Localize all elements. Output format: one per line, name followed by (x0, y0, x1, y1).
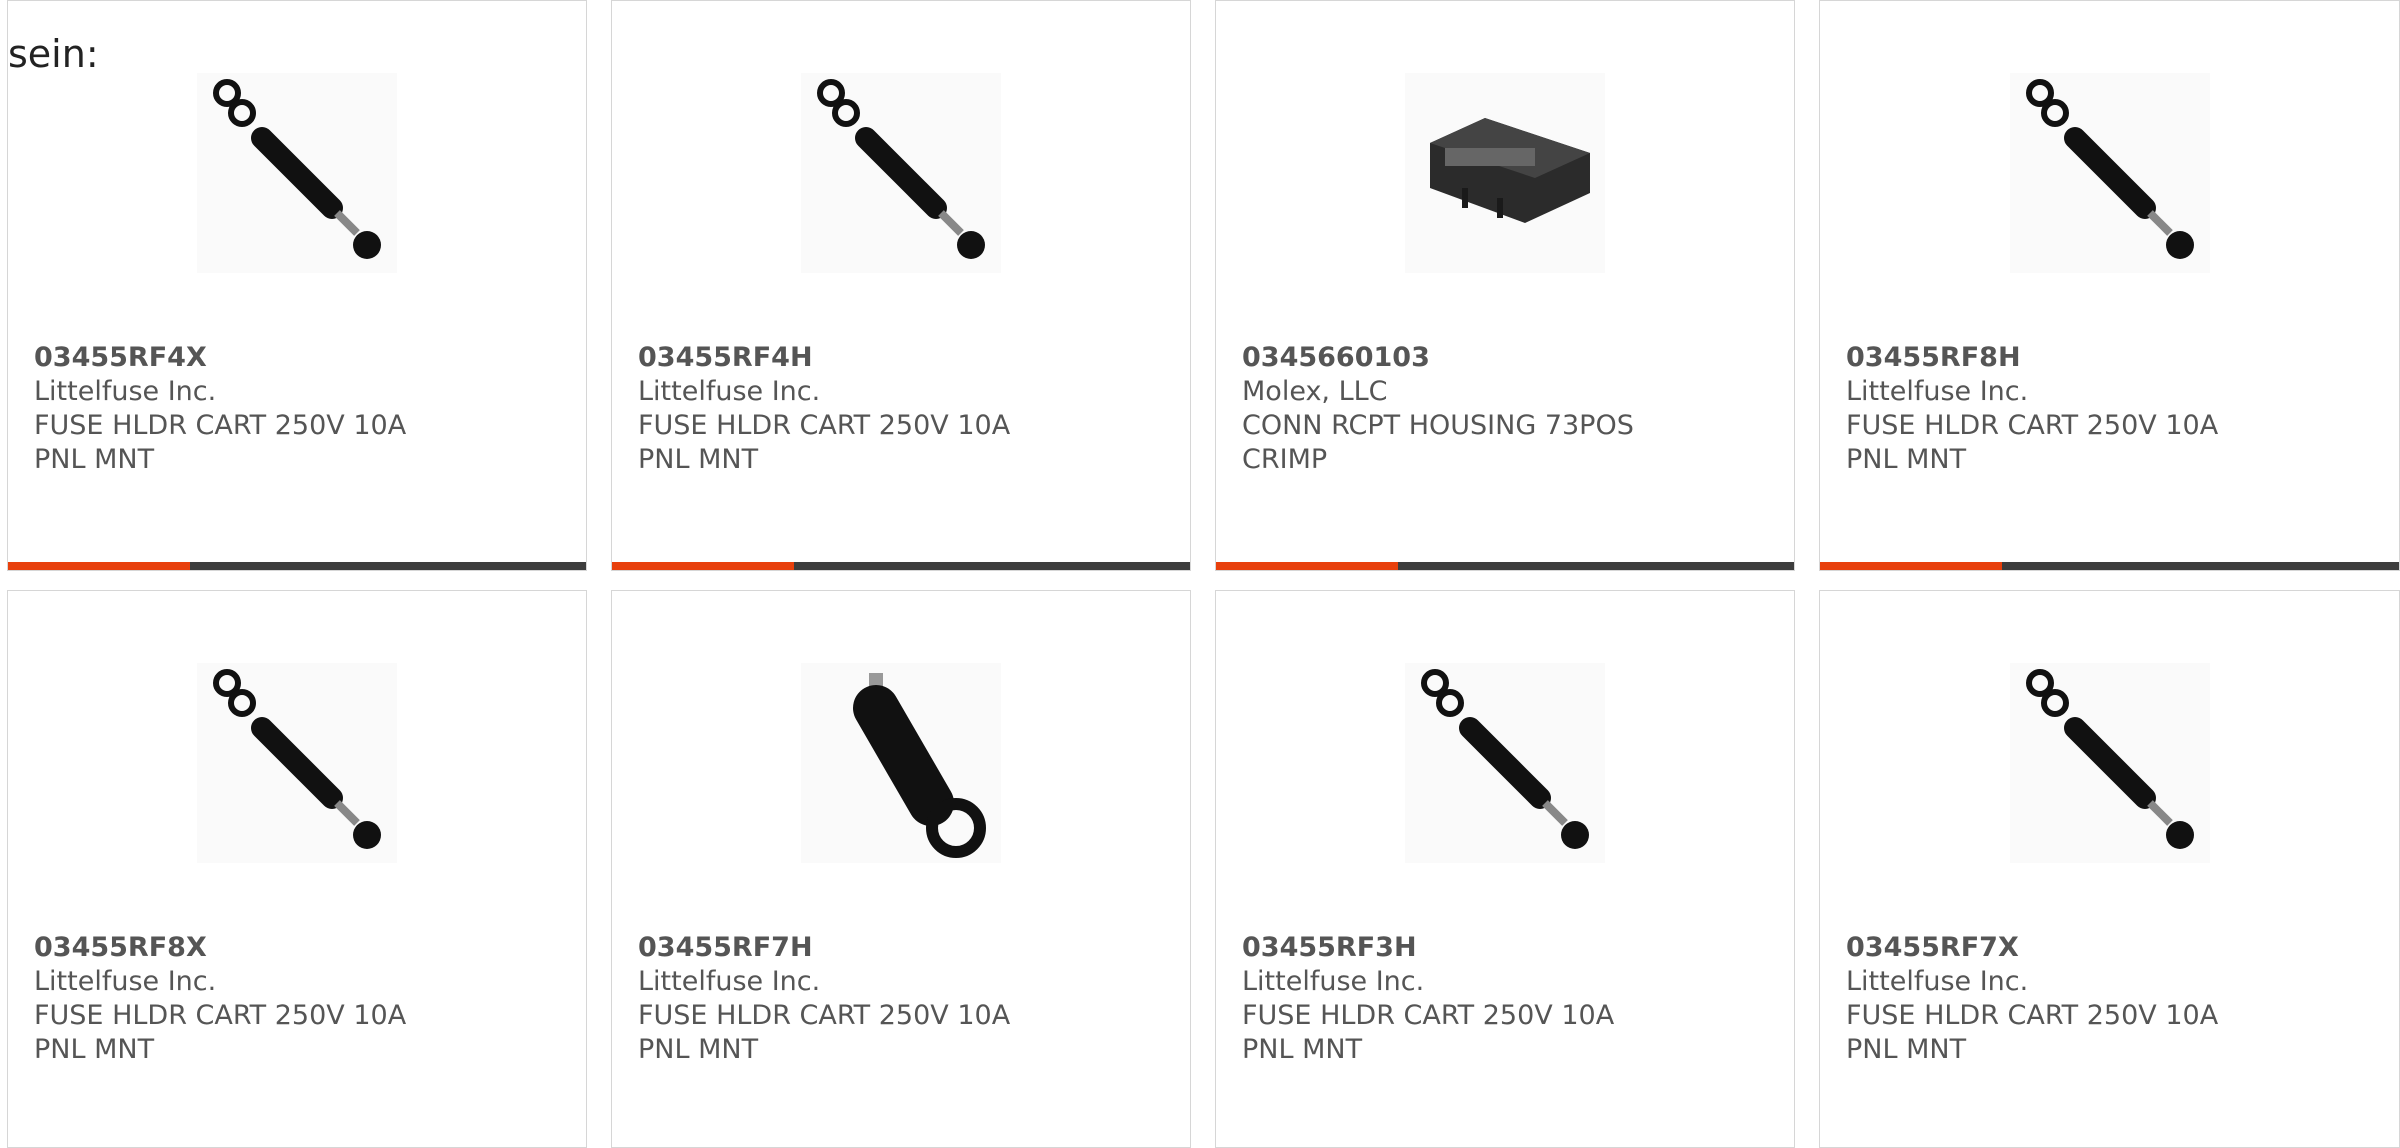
description: FUSE HLDR CART 250V 10A PNL MNT (34, 410, 407, 475)
card-bar-accent (612, 562, 794, 570)
card-bar (1820, 562, 2399, 570)
product-image-fuse-holder[interactable] (1405, 663, 1605, 863)
product-image-fuse-holder[interactable] (197, 663, 397, 863)
fuse-holder-icon (817, 79, 985, 259)
fuse-holder-icon (1421, 669, 1589, 849)
product-grid-page: sein: 03455RF4X Littelfuse Inc. FUSE HLD… (0, 0, 2400, 1148)
part-number[interactable]: 03455RF7X (1846, 931, 2373, 965)
manufacturer: Littelfuse Inc. (638, 376, 821, 407)
product-image-fuse-holder[interactable] (801, 73, 1001, 273)
part-number[interactable]: 03455RF3H (1242, 931, 1768, 965)
manufacturer: Littelfuse Inc. (34, 376, 217, 407)
card-bar-accent (1216, 562, 1398, 570)
fuse-holder-icon (2025, 669, 2194, 849)
product-image-connector-housing[interactable] (1405, 73, 1605, 273)
part-number[interactable]: 0345660103 (1242, 341, 1768, 375)
description: CONN RCPT HOUSING 73POS CRIMP (1242, 410, 1634, 475)
product-image-fuse-holder[interactable] (2009, 73, 2210, 273)
manufacturer: Littelfuse Inc. (1846, 376, 2029, 407)
description: FUSE HLDR CART 250V 10A PNL MNT (638, 1000, 1011, 1065)
description: FUSE HLDR CART 250V 10A PNL MNT (34, 1000, 407, 1065)
card-bar-accent (8, 562, 190, 570)
manufacturer: Littelfuse Inc. (34, 966, 217, 997)
fuse-holder-icon (213, 669, 381, 849)
card-bar-accent (1820, 562, 2002, 570)
card-bar (612, 562, 1190, 570)
fuse-holder-tab-icon (853, 673, 986, 858)
product-card[interactable]: 0345660103 Molex, LLC CONN RCPT HOUSING … (1215, 0, 1795, 571)
manufacturer: Littelfuse Inc. (1242, 966, 1425, 997)
product-card[interactable]: 03455RF7H Littelfuse Inc. FUSE HLDR CART… (611, 590, 1191, 1148)
manufacturer: Littelfuse Inc. (638, 966, 821, 997)
product-card[interactable]: 03455RF4H Littelfuse Inc. FUSE HLDR CART… (611, 0, 1191, 571)
part-number[interactable]: 03455RF8X (34, 931, 560, 965)
product-card[interactable]: 03455RF4X Littelfuse Inc. FUSE HLDR CART… (7, 0, 587, 571)
product-image-fuse-holder[interactable] (2009, 663, 2210, 863)
product-image-fuse-holder-tab[interactable] (801, 663, 1001, 863)
intro-text: sein: (8, 32, 99, 76)
description: FUSE HLDR CART 250V 10A PNL MNT (1242, 1000, 1615, 1065)
part-number[interactable]: 03455RF7H (638, 931, 1164, 965)
connector-housing-icon (1430, 118, 1590, 223)
manufacturer: Littelfuse Inc. (1846, 966, 2029, 997)
card-bar (8, 562, 586, 570)
description: FUSE HLDR CART 250V 10A PNL MNT (1846, 1000, 2219, 1065)
product-card[interactable]: 03455RF8H Littelfuse Inc. FUSE HLDR CART… (1819, 0, 2400, 571)
fuse-holder-icon (2025, 79, 2194, 259)
product-card[interactable]: 03455RF8X Littelfuse Inc. FUSE HLDR CART… (7, 590, 587, 1148)
product-card[interactable]: 03455RF3H Littelfuse Inc. FUSE HLDR CART… (1215, 590, 1795, 1148)
part-number[interactable]: 03455RF8H (1846, 341, 2373, 375)
fuse-holder-icon (213, 79, 381, 259)
card-bar (1216, 562, 1794, 570)
description: FUSE HLDR CART 250V 10A PNL MNT (1846, 410, 2219, 475)
product-card[interactable]: 03455RF7X Littelfuse Inc. FUSE HLDR CART… (1819, 590, 2400, 1148)
product-image-fuse-holder[interactable] (197, 73, 397, 273)
description: FUSE HLDR CART 250V 10A PNL MNT (638, 410, 1011, 475)
manufacturer: Molex, LLC (1242, 376, 1388, 407)
part-number[interactable]: 03455RF4H (638, 341, 1164, 375)
part-number[interactable]: 03455RF4X (34, 341, 560, 375)
